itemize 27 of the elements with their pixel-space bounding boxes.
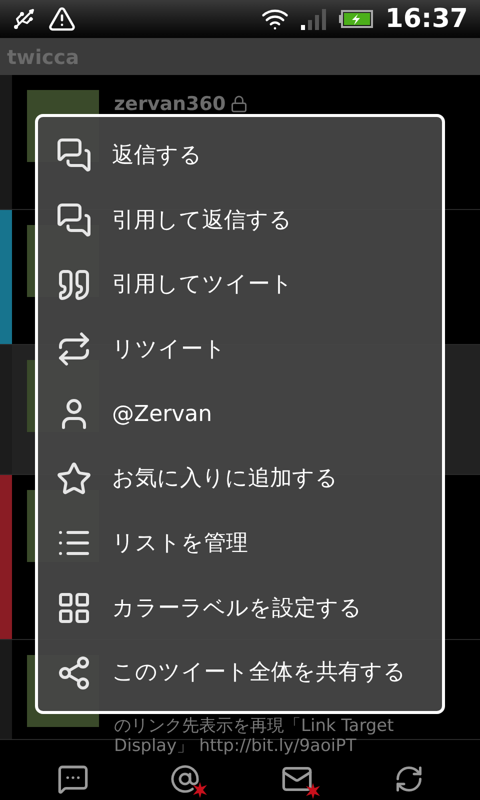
chat-bubble-icon[interactable] <box>56 763 88 795</box>
menu-item[interactable]: @Zervan <box>38 382 442 446</box>
battery-icon <box>339 10 374 28</box>
burst-icon <box>192 782 208 798</box>
menu-item[interactable]: 返信する <box>38 123 442 188</box>
clock-time: 16:37 <box>385 2 468 36</box>
quote-bubbles-icon <box>56 202 92 238</box>
tweet-text: Display」 http://bit.ly/9aoiPT <box>114 736 358 756</box>
menu-item[interactable]: カラーラベルを設定する <box>38 576 442 640</box>
refresh-icon[interactable] <box>394 764 424 794</box>
burst-icon <box>304 783 320 799</box>
chat-bubbles-icon <box>56 137 92 174</box>
signal-icon <box>301 7 328 31</box>
usb-icon <box>12 7 36 31</box>
username: zervan360 <box>114 92 226 117</box>
menu-item[interactable]: リストを管理 <box>38 511 442 576</box>
menu-item[interactable]: リツイート <box>38 317 442 382</box>
menu-item[interactable]: このツイート全体を共有する <box>38 640 442 706</box>
repeat-arrows-icon <box>56 331 92 368</box>
at-sign-icon[interactable] <box>170 764 200 794</box>
share-icon <box>56 654 92 691</box>
warning-icon <box>48 5 76 33</box>
tweet-text: のリンク先表示を再現「Link Target <box>114 716 394 736</box>
star-icon <box>56 460 92 497</box>
menu-item[interactable]: 引用してツイート <box>38 252 442 318</box>
menu-item[interactable]: お気に入りに追加する <box>38 446 442 512</box>
menu-item[interactable]: 引用して返信する <box>38 188 442 252</box>
